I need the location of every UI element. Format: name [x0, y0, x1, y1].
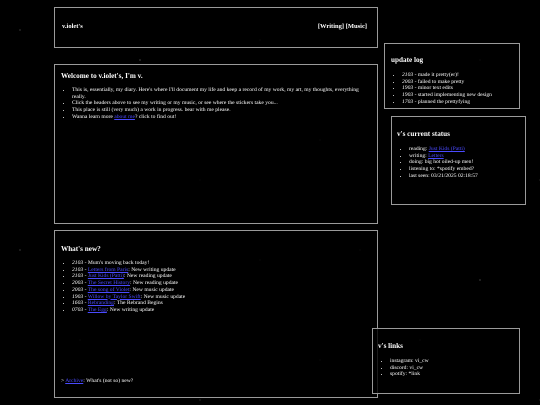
news-text: : New writing update	[106, 306, 155, 313]
welcome-list: This is, essentially, my diary. Here's w…	[55, 87, 362, 121]
archive-link[interactable]: Archive	[65, 378, 83, 384]
whats-new-panel: What's new? 2103 - Mum's moving back tod…	[54, 230, 378, 398]
log-item: 1903 - started implementing new design	[402, 92, 492, 99]
nav-writing-link[interactable]: [Writing]	[318, 23, 344, 30]
links-title: v's links	[378, 342, 403, 350]
news-item: 2003 - The song of Violet: New music upd…	[72, 287, 185, 294]
update-log-title: update log	[391, 56, 424, 64]
news-item: 2003 - The Secret History: New reading u…	[72, 280, 185, 287]
links-panel: v's links instagram: vi_cw discord: vi_c…	[372, 328, 520, 394]
news-text: : New reading update	[123, 273, 172, 280]
status-panel: v's current status reading: Just Kids (P…	[391, 116, 526, 205]
news-date: 2103	[72, 260, 84, 266]
news-date: 2003	[72, 286, 84, 293]
news-link[interactable]: Letters from Paris	[88, 267, 128, 273]
news-date: 2003	[72, 280, 84, 287]
main-nav: [Writing] [Music]	[318, 23, 367, 30]
news-text: : New music update	[129, 286, 175, 293]
welcome-panel: Welcome to v.iolet's, I'm v. This is, es…	[54, 64, 378, 224]
status-listening: listening to: *spotify embed?	[409, 166, 478, 173]
news-text: : The Rebrand Begins	[113, 300, 163, 307]
log-item: 2003 - failed to make pretty	[402, 79, 492, 86]
news-item: 1603 - Rebranding: The Rebrand Begins	[72, 300, 185, 307]
status-title: v's current status	[397, 130, 450, 138]
news-link[interactable]: The Egg	[88, 307, 107, 313]
news-date: 2103	[72, 273, 84, 280]
whats-new-list: 2103 - Mum's moving back today! 2103 - L…	[55, 260, 185, 314]
site-name[interactable]: v.iolet's	[62, 23, 83, 30]
about-me-link[interactable]: about me	[114, 114, 135, 120]
nav-music-link[interactable]: [Music]	[346, 23, 367, 30]
reading-link[interactable]: Just Kids (Patti)	[429, 146, 465, 152]
log-text: - made it pretty(er)!	[413, 72, 459, 78]
link-spotify[interactable]: spotify: *link	[390, 371, 429, 378]
news-item: 2103 - Just Kids (Patti): New reading up…	[72, 273, 185, 280]
writing-label: writing:	[409, 152, 429, 159]
log-date: 1703	[402, 98, 414, 105]
news-link[interactable]: Willow by Taylor Swift	[88, 294, 141, 300]
log-date: 1903	[402, 92, 414, 99]
welcome-title: Welcome to v.iolet's, I'm v.	[61, 72, 143, 80]
site-header: v.iolet's [Writing] [Music]	[54, 7, 378, 48]
welcome-item: Wanna learn more about me? click to find…	[72, 114, 362, 121]
news-link[interactable]: Rebranding	[88, 300, 114, 306]
log-item: 1703 - planned the prettyfying	[402, 99, 492, 106]
log-date: 2103	[402, 72, 414, 78]
news-link[interactable]: The song of Violet	[88, 287, 130, 293]
status-writing: writing: Letters	[409, 153, 478, 160]
archive-line: > Archive: What's (not so) new?	[61, 378, 133, 384]
log-text: - failed to make pretty	[413, 78, 465, 85]
news-link[interactable]: The Secret History	[88, 280, 130, 286]
welcome-item: This is, essentially, my diary. Here's w…	[72, 87, 362, 100]
whats-new-title: What's new?	[61, 245, 101, 253]
news-date: 1903	[72, 293, 84, 300]
news-text: : New reading update	[130, 280, 179, 287]
log-date: 1903	[402, 85, 414, 92]
news-item: 0703 - The Egg: New writing update	[72, 307, 185, 314]
link-instagram[interactable]: instagram: vi_cw	[390, 358, 429, 365]
learn-more-prefix: Wanna learn more	[72, 113, 115, 120]
status-list: reading: Just Kids (Patti) writing: Lett…	[392, 146, 478, 180]
links-list: instagram: vi_cw discord: vi_cw spotify:…	[373, 358, 429, 378]
log-text: - planned the prettyfying	[413, 98, 471, 105]
news-item: 1903 - Willow by Taylor Swift: New music…	[72, 294, 185, 301]
news-date: 1603	[72, 300, 84, 307]
news-item: 2103 - Mum's moving back today!	[72, 260, 185, 267]
news-link[interactable]: Just Kids (Patti)	[88, 273, 124, 279]
learn-more-suffix: ? click to find out!	[134, 113, 177, 120]
update-log-panel: update log 2103 - made it pretty(er)! 20…	[384, 43, 520, 109]
status-last-seen: last seen: 03/21/2025 02:18:57	[409, 173, 478, 180]
reading-label: reading:	[409, 146, 429, 152]
news-date: 0703	[72, 306, 84, 313]
log-text: - minor text edits	[413, 85, 453, 92]
news-text: Mum's moving back today!	[87, 260, 150, 266]
log-date: 2003	[402, 78, 414, 85]
log-item: 2103 - made it pretty(er)!	[402, 72, 492, 79]
log-item: 1903 - minor text edits	[402, 85, 492, 92]
writing-link[interactable]: Letters	[428, 153, 444, 159]
news-text: : New writing update	[128, 266, 176, 273]
welcome-item: This place is still (very much) a work i…	[72, 107, 362, 114]
status-reading: reading: Just Kids (Patti)	[409, 146, 478, 153]
news-date: 2103	[72, 266, 84, 273]
log-text: - started implementing new design	[413, 92, 492, 99]
news-text: : New music update	[140, 293, 186, 300]
update-log-list: 2103 - made it pretty(er)! 2003 - failed…	[385, 72, 492, 106]
archive-suffix: : What's (not so) new?	[83, 378, 134, 384]
